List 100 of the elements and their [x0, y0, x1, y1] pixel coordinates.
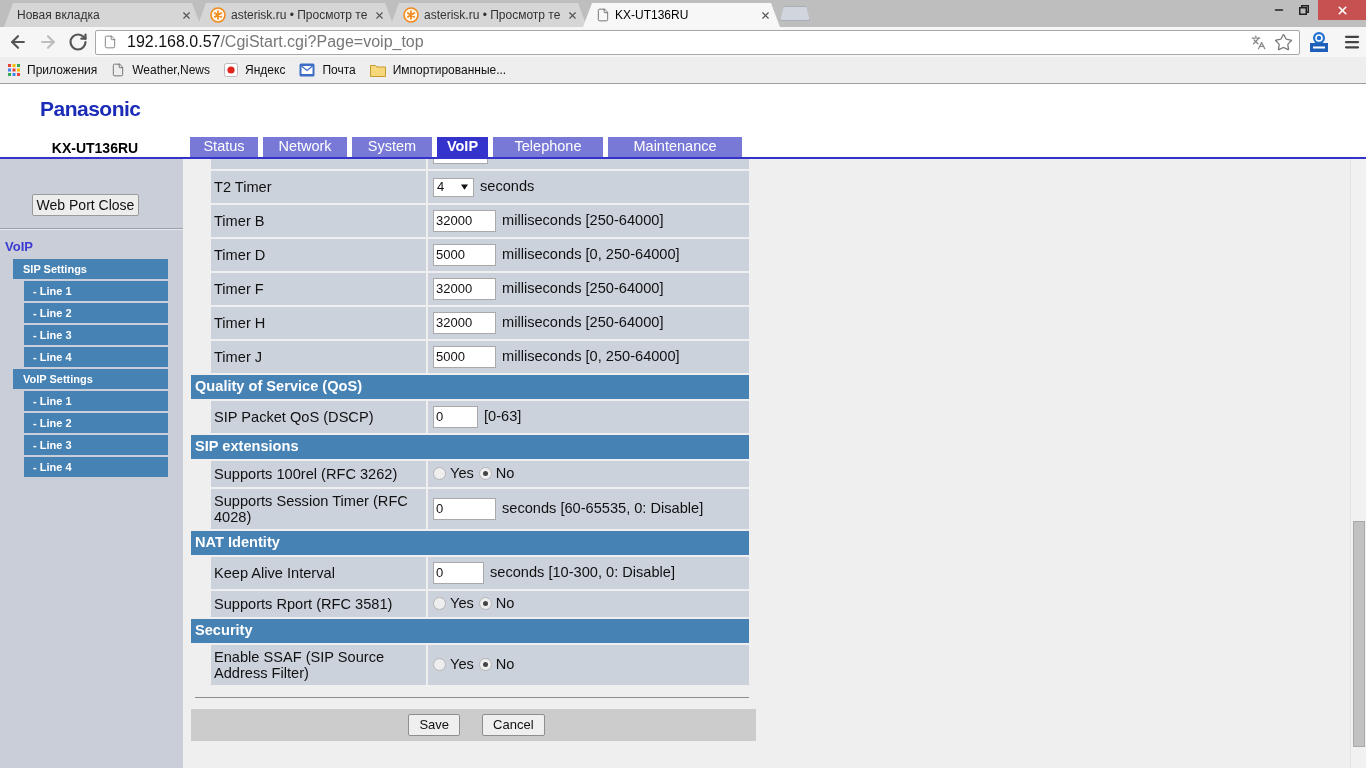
field-label: Timer D: [211, 239, 426, 271]
restore-icon: [1299, 5, 1309, 15]
bookmark-link[interactable]: Почта: [299, 61, 356, 79]
apps-grid-icon: [8, 64, 20, 76]
brand-logo: Panasonic: [40, 97, 141, 120]
input-field[interactable]: [433, 159, 488, 164]
section-header: Security: [191, 619, 749, 643]
section-header: Quality of Service (QoS): [191, 375, 749, 399]
input-field[interactable]: 5000: [433, 346, 496, 368]
bookmark-link[interactable]: Яндекс: [224, 61, 286, 79]
browser-tab[interactable]: Новая вкладка: [4, 3, 201, 27]
nav-tab[interactable]: Status: [190, 137, 258, 157]
close-icon[interactable]: [760, 9, 771, 21]
nav-tab[interactable]: System: [352, 137, 432, 157]
field-label: Timer F: [211, 273, 426, 305]
sidebar-link[interactable]: VoIP Settings: [13, 369, 168, 389]
radio-button[interactable]: [433, 597, 446, 611]
sidebar-link[interactable]: - Line 3: [24, 325, 168, 345]
field-label: Supports Session Timer (RFC 4028): [211, 489, 426, 529]
star-icon[interactable]: [1274, 32, 1293, 52]
field-label: Keep Alive Interval: [211, 557, 426, 589]
bookmark-link[interactable]: Импортированные...: [369, 61, 507, 79]
web-port-close-button[interactable]: Web Port Close: [32, 194, 139, 216]
radio-button[interactable]: [433, 658, 446, 672]
input-field[interactable]: 5000: [433, 244, 496, 266]
scrollbar-thumb[interactable]: [1352, 521, 1365, 747]
unit-label: [0-63]: [484, 407, 522, 427]
field-label: Timer B: [211, 205, 426, 237]
section-title: VoIP: [4, 239, 34, 255]
page-icon: [111, 63, 126, 77]
radio-button[interactable]: [478, 467, 492, 481]
sidebar-link[interactable]: - Line 4: [24, 347, 168, 367]
sidebar-link[interactable]: - Line 2: [24, 303, 168, 323]
unit-label: seconds: [480, 177, 535, 197]
page-icon: [103, 35, 117, 49]
sidebar-link[interactable]: - Line 1: [24, 391, 168, 411]
option-label: Yes: [450, 594, 474, 614]
address-bar[interactable]: 192.168.0.57/CgiStart.cgi?Page=voip_top: [95, 29, 1300, 55]
unit-label: milliseconds [0, 250-64000]: [502, 245, 680, 265]
mail-icon: [299, 63, 316, 77]
form-button[interactable]: Save: [408, 714, 461, 736]
sidebar-link[interactable]: - Line 3: [24, 435, 168, 455]
page-icon: [596, 8, 610, 22]
sidebar-link[interactable]: - Line 2: [24, 413, 168, 433]
option-label: Yes: [450, 655, 474, 675]
field-label: T2 Timer: [211, 171, 426, 203]
asterisk-icon: [403, 7, 419, 23]
sidebar-link[interactable]: - Line 1: [24, 281, 168, 301]
input-field[interactable]: 0: [433, 406, 478, 428]
input-field[interactable]: 32000: [433, 278, 496, 300]
field-label: Supports 100rel (RFC 3262): [211, 461, 426, 487]
input-field[interactable]: 0: [433, 498, 496, 520]
field-label: SIP Packet QoS (DSCP): [211, 401, 426, 433]
logo-icon: [224, 63, 239, 77]
radio-button[interactable]: [433, 467, 446, 481]
unit-label: milliseconds [0, 250-64000]: [502, 347, 680, 367]
sidebar-link[interactable]: SIP Settings: [13, 259, 168, 279]
extension-icon[interactable]: [1310, 32, 1328, 52]
browser-tab[interactable]: asterisk.ru • Просмотр те: [197, 3, 394, 27]
sidebar-link[interactable]: - Line 4: [24, 457, 168, 477]
browser-tab[interactable]: asterisk.ru • Просмотр те: [390, 3, 587, 27]
option-label: Yes: [450, 464, 474, 484]
url-text: 192.168.0.57/CgiStart.cgi?Page=voip_top: [127, 32, 424, 52]
close-icon[interactable]: [374, 9, 385, 21]
asterisk-icon: [210, 7, 226, 23]
input-field[interactable]: 32000: [433, 312, 496, 334]
unit-label: milliseconds [250-64000]: [502, 313, 664, 333]
field-label: Timer J: [211, 341, 426, 373]
translate-icon[interactable]: [1251, 34, 1266, 50]
nav-tab[interactable]: VoIP: [437, 137, 488, 157]
close-icon[interactable]: [181, 9, 192, 21]
close-icon: [1335, 3, 1349, 17]
nav-tab[interactable]: Telephone: [493, 137, 603, 157]
input-field[interactable]: 32000: [433, 210, 496, 232]
option-label: No: [495, 464, 515, 484]
unit-label: milliseconds [250-64000]: [502, 279, 664, 299]
unit-label: seconds [60-65535, 0: Disable]: [502, 499, 704, 519]
nav-tab[interactable]: Network: [263, 137, 347, 157]
field-label: Enable SSAF (SIP Source Address Filter): [211, 645, 426, 685]
option-label: No: [495, 655, 515, 675]
select-field[interactable]: 4: [433, 177, 474, 197]
browser-tab[interactable]: KX-UT136RU: [583, 3, 780, 27]
form-button[interactable]: Cancel: [482, 714, 545, 736]
folder-icon: [369, 63, 386, 77]
bookmark-link[interactable]: Приложения: [8, 61, 98, 79]
nav-tab[interactable]: Maintenance: [608, 137, 742, 157]
unit-label: seconds [10-300, 0: Disable]: [490, 563, 675, 583]
back-icon[interactable]: [8, 32, 28, 52]
field-label: Supports Rport (RFC 3581): [211, 591, 426, 617]
reload-icon[interactable]: [68, 32, 88, 52]
bookmark-link[interactable]: Weather,News: [111, 61, 211, 79]
menu-icon[interactable]: [1343, 33, 1361, 51]
radio-button[interactable]: [478, 658, 492, 672]
field-label: Timer H: [211, 307, 426, 339]
input-field[interactable]: 0: [433, 562, 484, 584]
radio-button[interactable]: [478, 597, 492, 611]
option-label: No: [495, 594, 515, 614]
section-header: SIP extensions: [191, 435, 749, 459]
model-name: KX-UT136RU: [51, 139, 139, 157]
close-icon[interactable]: [567, 9, 578, 21]
